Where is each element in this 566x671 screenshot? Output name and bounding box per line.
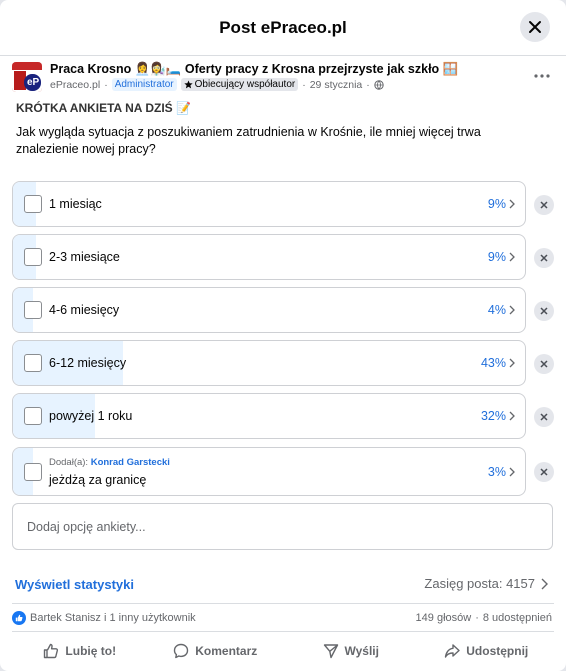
remove-option-button[interactable]	[534, 248, 554, 268]
globe-icon	[374, 79, 384, 90]
contributor-badge-label: Obiecujący współautor	[194, 79, 296, 90]
close-icon	[529, 21, 541, 33]
engagement-counts: 149 głosów · 8 udostępnień	[415, 612, 552, 624]
send-label: Wyślij	[344, 644, 379, 658]
post-heading: KRÓTKA ANKIETA NA DZIŚ 📝	[16, 101, 191, 115]
chevron-right-icon	[509, 199, 515, 209]
close-icon	[540, 468, 548, 476]
modal-header: Post ePraceo.pl	[0, 0, 566, 56]
close-icon	[540, 254, 548, 262]
poll-percent[interactable]: 9%	[488, 197, 515, 211]
view-stats-link[interactable]: Wyświetl statystyki	[15, 577, 134, 592]
more-icon	[534, 74, 550, 78]
poll-percent[interactable]: 9%	[488, 250, 515, 264]
reactions-text: Bartek Stanisz i 1 inny użytkownik	[30, 612, 196, 624]
like-reaction-icon	[12, 611, 26, 625]
admin-badge: Administrator	[111, 78, 177, 91]
reactions-summary[interactable]: Bartek Stanisz i 1 inny użytkownik	[12, 611, 196, 625]
share-label: Udostępnij	[466, 644, 529, 658]
avatar-text: eP	[27, 77, 40, 88]
divider	[12, 603, 554, 604]
post-modal: Post ePraceo.pl eP Praca Krosno 👩‍💼👩‍🔬🛏️…	[0, 0, 566, 671]
like-button[interactable]: Lubię to!	[12, 633, 148, 669]
poll-option-label: powyżej 1 roku	[49, 409, 133, 423]
poll-option-3[interactable]: 4-6 miesięcy 4%	[12, 287, 526, 333]
chevron-right-icon	[509, 411, 515, 421]
remove-option-button[interactable]	[534, 407, 554, 427]
page-avatar[interactable]: eP	[12, 62, 42, 92]
close-icon	[540, 413, 548, 421]
added-by-user[interactable]: Konrad Garstecki	[91, 457, 170, 468]
poll-checkbox[interactable]	[24, 248, 42, 266]
poll-option-label: jeżdżą za granicę	[49, 473, 147, 487]
poll-option-6[interactable]: Dodał(a): Konrad Garstecki jeżdżą za gra…	[12, 447, 526, 496]
close-icon	[540, 307, 548, 315]
shares-count[interactable]: 8 udostępnień	[483, 612, 552, 624]
close-button[interactable]	[520, 12, 550, 42]
poll-option-2[interactable]: 2-3 miesiące 9%	[12, 234, 526, 280]
poll-checkbox[interactable]	[24, 407, 42, 425]
remove-option-button[interactable]	[534, 301, 554, 321]
poll-option-label: 2-3 miesiące	[49, 250, 120, 264]
remove-option-button[interactable]	[534, 354, 554, 374]
added-by: Dodał(a): Konrad Garstecki	[49, 457, 170, 468]
close-icon	[540, 360, 548, 368]
chevron-right-icon	[509, 358, 515, 368]
comment-button[interactable]: Komentarz	[148, 633, 284, 669]
poll-percent[interactable]: 43%	[481, 356, 515, 370]
comment-label: Komentarz	[195, 644, 258, 658]
post-reach[interactable]: Zasięg posta: 4157	[424, 576, 548, 591]
poll-option-label: 4-6 miesięcy	[49, 303, 120, 317]
chevron-right-icon	[541, 578, 548, 589]
poll-option-5[interactable]: powyżej 1 roku 32%	[12, 393, 526, 439]
author-name[interactable]: ePraceo.pl	[50, 79, 100, 91]
poll-checkbox[interactable]	[24, 195, 42, 213]
share-button[interactable]: Udostępnij	[419, 633, 555, 669]
post-actions: Lubię to! Komentarz Wyślij Udostępnij	[12, 633, 554, 669]
like-label: Lubię to!	[65, 644, 117, 658]
add-poll-option-input[interactable]	[12, 503, 553, 550]
poll-option-1[interactable]: 1 miesiąc 9%	[12, 181, 526, 227]
divider	[12, 631, 554, 632]
votes-count[interactable]: 149 głosów	[416, 612, 472, 624]
comment-icon	[174, 643, 189, 659]
star-icon	[183, 80, 193, 89]
more-options-button[interactable]	[530, 66, 554, 86]
remove-option-button[interactable]	[534, 462, 554, 482]
send-icon	[323, 644, 338, 659]
post-date[interactable]: 29 stycznia	[310, 79, 363, 91]
contributor-badge: Obiecujący współautor	[180, 78, 299, 91]
poll-option-label: 1 miesiąc	[49, 197, 102, 211]
thumbs-up-icon	[44, 643, 59, 659]
poll-percent[interactable]: 3%	[488, 465, 515, 479]
page-name[interactable]: Praca Krosno 👩‍💼👩‍🔬🛏️ Oferty pracy z Kro…	[50, 62, 458, 77]
poll-percent[interactable]: 4%	[488, 303, 515, 317]
send-button[interactable]: Wyślij	[283, 633, 419, 669]
chevron-right-icon	[509, 467, 515, 477]
poll-checkbox[interactable]	[24, 354, 42, 372]
close-icon	[540, 201, 548, 209]
poll-checkbox[interactable]	[24, 463, 42, 481]
share-icon	[445, 644, 460, 658]
poll-percent[interactable]: 32%	[481, 409, 515, 423]
post-header: eP Praca Krosno 👩‍💼👩‍🔬🛏️ Oferty pracy z …	[12, 62, 554, 96]
modal-title: Post ePraceo.pl	[219, 17, 347, 37]
post-text: Jak wygląda sytuacja z poszukiwaniem zat…	[16, 125, 481, 156]
chevron-right-icon	[509, 305, 515, 315]
poll-option-label: 6-12 miesięcy	[49, 356, 127, 370]
poll-checkbox[interactable]	[24, 301, 42, 319]
remove-option-button[interactable]	[534, 195, 554, 215]
chevron-right-icon	[509, 252, 515, 262]
post-meta: ePraceo.pl · Administrator Obiecujący ws…	[50, 78, 384, 91]
poll-option-4[interactable]: 6-12 miesięcy 43%	[12, 340, 526, 386]
